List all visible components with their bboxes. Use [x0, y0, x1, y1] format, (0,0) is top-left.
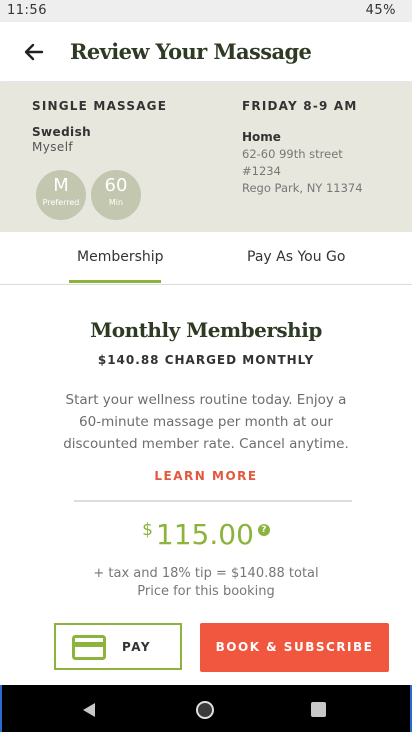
app-header: Review Your Massage — [0, 22, 412, 81]
price-breakdown: + tax and 18% tip = $140.88 total Price … — [0, 565, 412, 601]
currency-symbol: $ — [142, 520, 153, 540]
credit-card-icon — [72, 635, 106, 660]
service-summary: SINGLE MASSAGE Swedish Myself — [32, 99, 167, 154]
divider — [74, 500, 352, 502]
recipient-name: Myself — [32, 140, 74, 154]
badge-caption: Min — [108, 198, 124, 207]
gender-preference-badge: M Preferred — [36, 170, 86, 220]
back-button[interactable] — [20, 38, 48, 66]
address-line-2: #1234 — [242, 164, 281, 178]
price-booking-note: Price for this booking — [137, 584, 275, 599]
nav-back-icon[interactable] — [82, 702, 96, 718]
system-nav-bar — [0, 685, 412, 732]
booking-summary: SINGLE MASSAGE Swedish Myself M Preferre… — [0, 82, 412, 232]
badge-caption: Preferred — [42, 198, 80, 207]
duration-badge: 60 Min — [91, 170, 141, 220]
book-and-subscribe-button[interactable]: BOOK & SUBSCRIBE — [200, 623, 389, 672]
appointment-time: FRIDAY 8-9 AM — [242, 99, 358, 113]
massage-type-label: SINGLE MASSAGE — [32, 99, 168, 113]
membership-title: Monthly Membership — [90, 318, 322, 342]
price-value: 115.00 — [155, 518, 254, 551]
pricing-tabs: Membership Pay As You Go — [0, 232, 412, 285]
location-name: Home — [242, 130, 281, 144]
nav-recents-icon[interactable] — [311, 702, 326, 717]
membership-price: $115.00? — [0, 518, 412, 551]
service-badges: M Preferred 60 Min — [36, 170, 141, 220]
learn-more-link[interactable]: LEARN MORE — [0, 469, 412, 483]
status-bar: 11:56 45% — [0, 0, 412, 22]
question-icon[interactable]: ? — [257, 524, 270, 536]
membership-description: Start your wellness routine today. Enjoy… — [63, 392, 349, 452]
nav-edge-left — [0, 685, 2, 732]
page-title: Review Your Massage — [70, 39, 312, 64]
appointment-details: FRIDAY 8-9 AM Home 62-60 99th street #12… — [242, 99, 363, 195]
pay-label: PAY — [122, 640, 152, 654]
badge-value: 60 — [104, 175, 128, 196]
pay-button[interactable]: PAY — [54, 623, 182, 670]
arrow-left-icon — [24, 43, 44, 61]
price-total-note: + tax and 18% tip = $140.88 total — [93, 566, 319, 581]
badge-value: M — [53, 175, 69, 196]
tab-pay-as-you-go[interactable]: Pay As You Go — [247, 249, 345, 265]
service-name: Swedish — [32, 125, 92, 139]
membership-charge: $140.88 CHARGED MONTHLY — [97, 353, 315, 367]
nav-home-icon[interactable] — [196, 701, 214, 719]
active-tab-indicator — [69, 280, 161, 283]
status-time: 11:56 — [7, 3, 47, 18]
address-line-1: 62-60 99th street — [242, 147, 343, 161]
battery-level: 45% — [365, 3, 396, 18]
address-line-3: Rego Park, NY 11374 — [242, 181, 363, 195]
tab-membership[interactable]: Membership — [77, 249, 164, 265]
